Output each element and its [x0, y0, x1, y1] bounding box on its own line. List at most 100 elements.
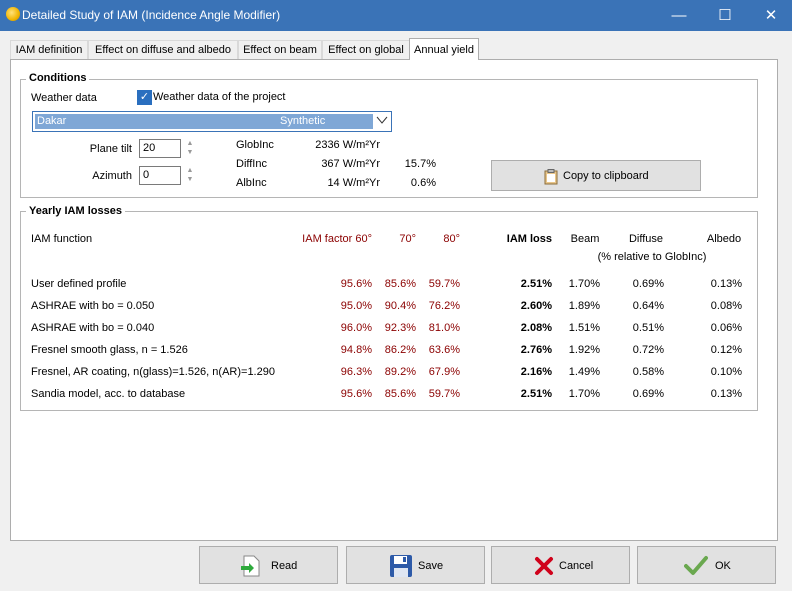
- header-factor-60: IAM factor 60°: [302, 233, 372, 245]
- header-iam-function: IAM function: [31, 233, 93, 245]
- cell-f70: 85.6%: [384, 278, 416, 290]
- globinc-label: GlobInc: [236, 139, 274, 151]
- plane-tilt-spinner[interactable]: ▲ ▼: [184, 139, 196, 158]
- losses-title: Yearly IAM losses: [26, 205, 125, 217]
- cell-beam: 1.70%: [568, 278, 600, 290]
- title-bar: Detailed Study of IAM (Incidence Angle M…: [0, 0, 792, 31]
- cell-name: User defined profile: [31, 278, 127, 290]
- cell-f70: 85.6%: [384, 388, 416, 400]
- floppy-disk-icon: [389, 554, 413, 581]
- cell-beam: 1.49%: [568, 366, 600, 378]
- cell-f60: 95.6%: [340, 388, 372, 400]
- close-button[interactable]: ✕: [748, 0, 792, 31]
- copy-button-label: Copy to clipboard: [563, 170, 649, 182]
- cell-f80: 67.9%: [428, 366, 460, 378]
- cancel-button-label: Cancel: [559, 560, 594, 572]
- cell-albedo: 0.06%: [710, 322, 742, 334]
- cell-diffuse: 0.69%: [632, 278, 664, 290]
- ok-button-label: OK: [715, 560, 731, 572]
- cell-diffuse: 0.58%: [632, 366, 664, 378]
- tab-annual-yield[interactable]: Annual yield: [409, 38, 479, 60]
- combo-source: Synthetic: [280, 115, 326, 127]
- cell-f80: 63.6%: [428, 344, 460, 356]
- azimuth-input[interactable]: 0: [139, 166, 181, 185]
- cell-loss: 2.51%: [520, 388, 552, 400]
- copy-to-clipboard-button[interactable]: Copy to clipboard: [491, 160, 701, 191]
- combo-site: Dakar: [37, 115, 67, 127]
- cell-f60: 94.8%: [340, 344, 372, 356]
- cell-diffuse: 0.69%: [632, 388, 664, 400]
- cell-loss: 2.51%: [520, 278, 552, 290]
- minimize-button[interactable]: —: [656, 0, 702, 31]
- cell-albedo: 0.10%: [710, 366, 742, 378]
- cell-albedo: 0.08%: [710, 300, 742, 312]
- tab-effect-diffuse-albedo[interactable]: Effect on diffuse and albedo: [88, 40, 238, 59]
- globinc-value: 2336 W/m²Yr: [315, 139, 380, 151]
- cell-f70: 86.2%: [384, 344, 416, 356]
- cell-albedo: 0.13%: [710, 388, 742, 400]
- diffinc-pct: 15.7%: [404, 158, 436, 170]
- cancel-x-icon: [534, 556, 554, 579]
- read-button-label: Read: [271, 560, 298, 572]
- clipboard-icon: [544, 169, 558, 188]
- cell-f70: 90.4%: [384, 300, 416, 312]
- weather-combo[interactable]: Dakar Synthetic: [32, 111, 392, 132]
- weather-checkbox[interactable]: ✓: [137, 90, 152, 105]
- chevron-down-icon[interactable]: [375, 114, 389, 129]
- azimuth-spinner[interactable]: ▲ ▼: [184, 166, 196, 185]
- cell-beam: 1.89%: [568, 300, 600, 312]
- header-beam: Beam: [570, 233, 600, 245]
- cell-f70: 89.2%: [384, 366, 416, 378]
- cell-albedo: 0.12%: [710, 344, 742, 356]
- cell-f80: 59.7%: [428, 278, 460, 290]
- header-diffuse: Diffuse: [628, 233, 664, 245]
- tab-effect-beam[interactable]: Effect on beam: [238, 40, 322, 59]
- header-albedo: Albedo: [706, 233, 742, 245]
- plane-tilt-label: Plane tilt: [89, 143, 132, 155]
- cell-name: Sandia model, acc. to database: [31, 388, 186, 400]
- tab-effect-global[interactable]: Effect on global: [322, 40, 410, 59]
- header-factor-70: 70°: [399, 233, 416, 245]
- cell-loss: 2.60%: [520, 300, 552, 312]
- cell-beam: 1.51%: [568, 322, 600, 334]
- cell-loss: 2.76%: [520, 344, 552, 356]
- cancel-button[interactable]: Cancel: [491, 546, 630, 584]
- save-button[interactable]: Save: [346, 546, 485, 584]
- cell-f70: 92.3%: [384, 322, 416, 334]
- cell-f60: 95.0%: [340, 300, 372, 312]
- cell-f60: 96.3%: [340, 366, 372, 378]
- albinc-value: 14 W/m²Yr: [327, 177, 380, 189]
- cell-name: Fresnel smooth glass, n = 1.526: [31, 344, 188, 356]
- diffinc-value: 367 W/m²Yr: [321, 158, 380, 170]
- cell-diffuse: 0.51%: [632, 322, 664, 334]
- weather-checkbox-label: Weather data of the project: [153, 91, 286, 103]
- cell-diffuse: 0.72%: [632, 344, 664, 356]
- cell-name: ASHRAE with bo = 0.040: [31, 322, 155, 334]
- ok-button[interactable]: OK: [637, 546, 776, 584]
- cell-beam: 1.92%: [568, 344, 600, 356]
- header-factor-80: 80°: [443, 233, 460, 245]
- cell-f80: 59.7%: [428, 388, 460, 400]
- cell-diffuse: 0.64%: [632, 300, 664, 312]
- tab-iam-definition[interactable]: IAM definition: [10, 40, 88, 59]
- combo-selection: Dakar Synthetic: [35, 114, 373, 129]
- conditions-title: Conditions: [26, 72, 90, 84]
- app-icon: [6, 7, 20, 21]
- cell-f60: 96.0%: [340, 322, 372, 334]
- cell-f80: 81.0%: [428, 322, 460, 334]
- save-button-label: Save: [418, 560, 444, 572]
- read-button[interactable]: Read: [199, 546, 338, 584]
- checkmark-icon: [684, 555, 708, 580]
- albinc-pct: 0.6%: [410, 177, 436, 189]
- diffinc-label: DiffInc: [236, 158, 267, 170]
- header-relative-note: (% relative to GlobInc): [597, 251, 707, 263]
- cell-loss: 2.08%: [520, 322, 552, 334]
- maximize-button[interactable]: ☐: [702, 0, 748, 31]
- weather-data-label: Weather data: [31, 92, 97, 104]
- plane-tilt-input[interactable]: 20: [139, 139, 181, 158]
- azimuth-label: Azimuth: [92, 170, 132, 182]
- cell-name: ASHRAE with bo = 0.050: [31, 300, 155, 312]
- read-icon: [240, 555, 262, 580]
- cell-loss: 2.16%: [520, 366, 552, 378]
- cell-beam: 1.70%: [568, 388, 600, 400]
